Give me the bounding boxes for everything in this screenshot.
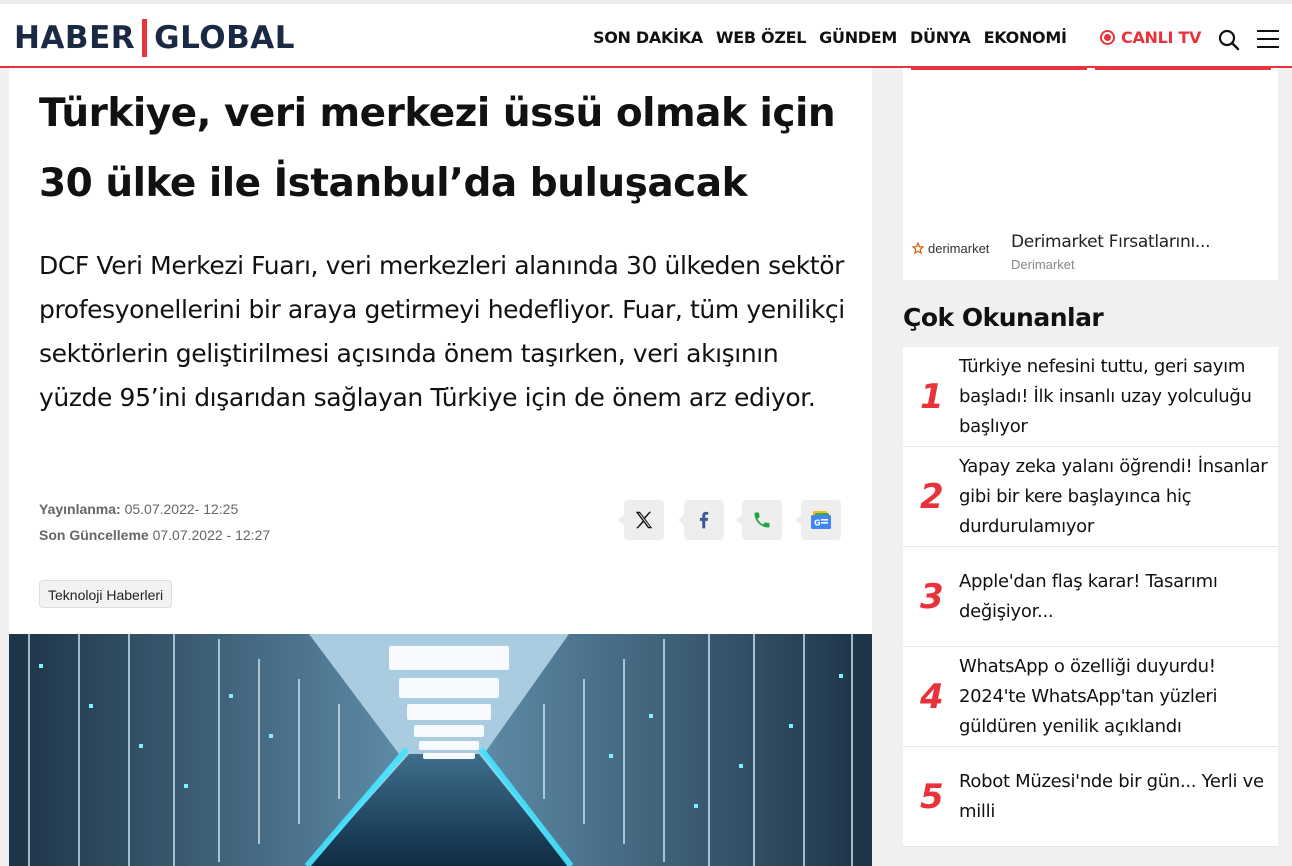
published-date: 05.07.2022- 12:25 [124,501,239,517]
ad-red-divider-left [911,68,1087,70]
nav-ekonomi[interactable]: EKONOMİ [984,28,1067,47]
live-tv-link[interactable]: CANLI TV [1100,28,1201,47]
logo-text-haber: HABER [14,20,136,56]
article-lead: DCF Veri Merkezi Fuarı, veri merkezleri … [39,251,845,412]
live-dot-icon [1100,30,1115,45]
popular-item-title[interactable]: Robot Müzesi'nde bir gün... Yerli ve mil… [959,767,1269,827]
popular-item-number: 5 [920,777,944,817]
sponsored-ad[interactable]: derimarket Derimarket Fırsatlarını... De… [903,68,1278,280]
live-tv-label: CANLI TV [1121,28,1202,47]
popular-item-number: 1 [920,377,944,417]
popular-item[interactable]: 2 Yapay zeka yalanı öğrendi! İnsanlar gi… [903,447,1278,547]
nav-son-dakika[interactable]: SON DAKİKA [593,28,703,47]
nav-dunya[interactable]: DÜNYA [910,28,971,47]
popular-item-number: 3 [920,577,944,617]
popular-item[interactable]: 1 Türkiye nefesini tuttu, geri sayım baş… [903,347,1278,447]
ad-sponsor: Derimarket [1011,257,1075,272]
hamburger-menu-icon[interactable] [1257,30,1279,50]
article-card: Türkiye, veri merkezi üssü olmak için 30… [9,68,872,634]
article-meta: Yayınlanma: 05.07.2022- 12:25 Son Güncel… [39,496,270,548]
ad-title[interactable]: Derimarket Fırsatlarını... [1011,232,1211,252]
popular-item-number: 4 [920,677,944,717]
server-room-illustration [9,634,872,866]
search-icon[interactable] [1217,28,1241,52]
popular-item-title[interactable]: Apple'dan flaş karar! Tasarımı değişiyor… [959,567,1269,627]
logo-text-global: GLOBAL [154,20,295,56]
popular-item[interactable]: 5 Robot Müzesi'nde bir gün... Yerli ve m… [903,747,1278,847]
category-tag[interactable]: Teknoloji Haberleri [39,580,173,608]
ad-brand-name: derimarket [928,241,990,256]
svg-text:G: G [814,519,821,528]
updated-date: 07.07.2022 - 12:27 [152,527,271,543]
x-icon [635,511,653,529]
share-whatsapp-button[interactable] [736,500,782,540]
google-news-icon: G [811,511,831,529]
nav-web-ozel[interactable]: WEB ÖZEL [716,28,807,47]
updated-label: Son Güncelleme [39,527,149,543]
popular-item-number: 2 [920,477,944,517]
ad-red-divider-right [1095,68,1271,70]
derimarket-logo-icon [911,241,925,254]
share-google-news-button[interactable]: G [795,500,841,540]
article-title: Türkiye, veri merkezi üssü olmak için 30… [39,91,836,206]
ad-brand-logo: derimarket [911,241,989,256]
main-nav: SON DAKİKA WEB ÖZEL GÜNDEM DÜNYA EKONOMİ [593,28,1067,47]
nav-gundem[interactable]: GÜNDEM [819,28,897,47]
article-hero-image [9,634,872,866]
popular-item-title[interactable]: WhatsApp o özelliği duyurdu! 2024'te Wha… [959,652,1269,742]
logo-divider [142,19,148,57]
share-facebook-button[interactable] [678,500,724,540]
popular-item-title[interactable]: Türkiye nefesini tuttu, geri sayım başla… [959,352,1269,442]
popular-item-title[interactable]: Yapay zeka yalanı öğrendi! İnsanlar gibi… [959,452,1269,542]
phone-icon [754,512,770,528]
popular-heading: Çok Okunanlar [903,303,1104,332]
site-header: HABER GLOBAL SON DAKİKA WEB ÖZEL GÜNDEM … [0,0,1292,68]
popular-item[interactable]: 3 Apple'dan flaş karar! Tasarımı değişiy… [903,547,1278,647]
site-logo[interactable]: HABER GLOBAL [14,18,295,58]
facebook-icon [699,511,709,529]
published-label: Yayınlanma: [39,501,121,517]
share-x-button[interactable] [618,500,664,540]
popular-item[interactable]: 4 WhatsApp o özelliği duyurdu! 2024'te W… [903,647,1278,747]
